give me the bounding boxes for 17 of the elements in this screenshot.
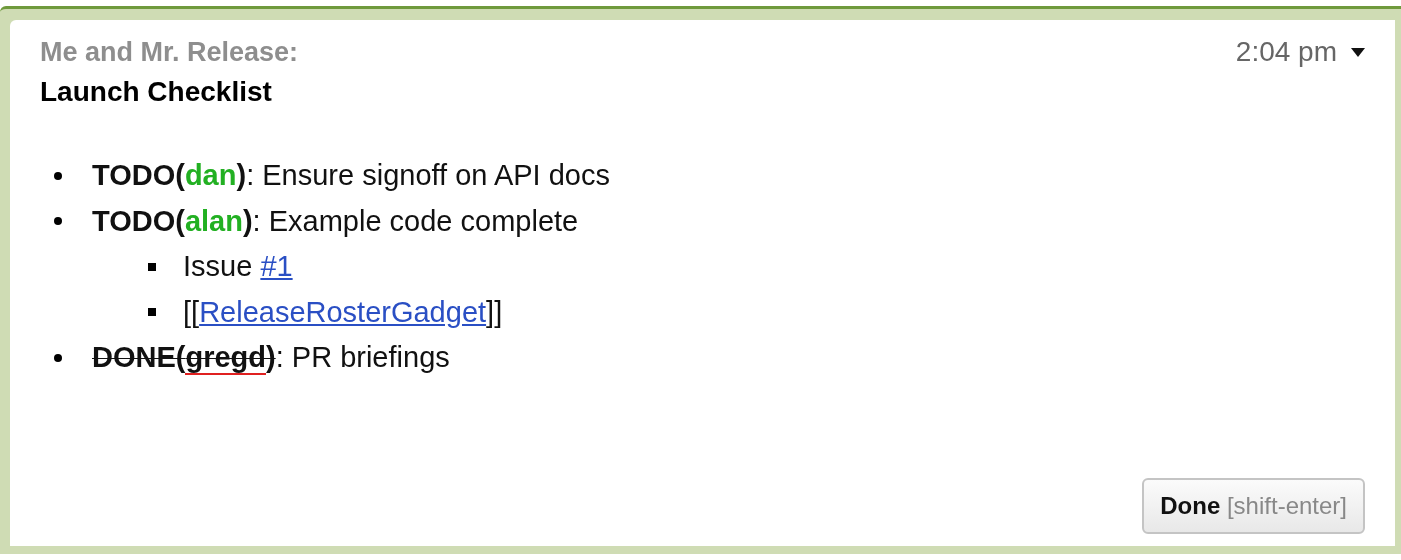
- participants: Me and Mr. Release:: [40, 36, 299, 68]
- link[interactable]: #1: [260, 250, 293, 283]
- sub-item: [[ReleaseRosterGadget]]: [183, 295, 503, 329]
- bullet-icon: [148, 262, 156, 271]
- sub-item: Issue #1: [183, 250, 293, 284]
- bullet-icon: [148, 308, 156, 317]
- done-button[interactable]: Done [shift-enter]: [1142, 478, 1365, 534]
- bullet-icon: [54, 171, 62, 180]
- todo-item: TODO(dan): Ensure signoff on API docs: [92, 159, 610, 193]
- link[interactable]: ReleaseRosterGadget: [199, 295, 487, 328]
- bullet-icon: [54, 217, 62, 226]
- timestamp: 2:04 pm: [1235, 36, 1337, 68]
- todo-item: DONE(gregd): PR briefings: [92, 341, 450, 375]
- caret-icon[interactable]: [1351, 47, 1365, 57]
- todo-item: TODO(alan): Example code complete: [92, 204, 579, 238]
- message-title: Launch Checklist: [40, 76, 273, 108]
- bullet-icon: [54, 353, 62, 362]
